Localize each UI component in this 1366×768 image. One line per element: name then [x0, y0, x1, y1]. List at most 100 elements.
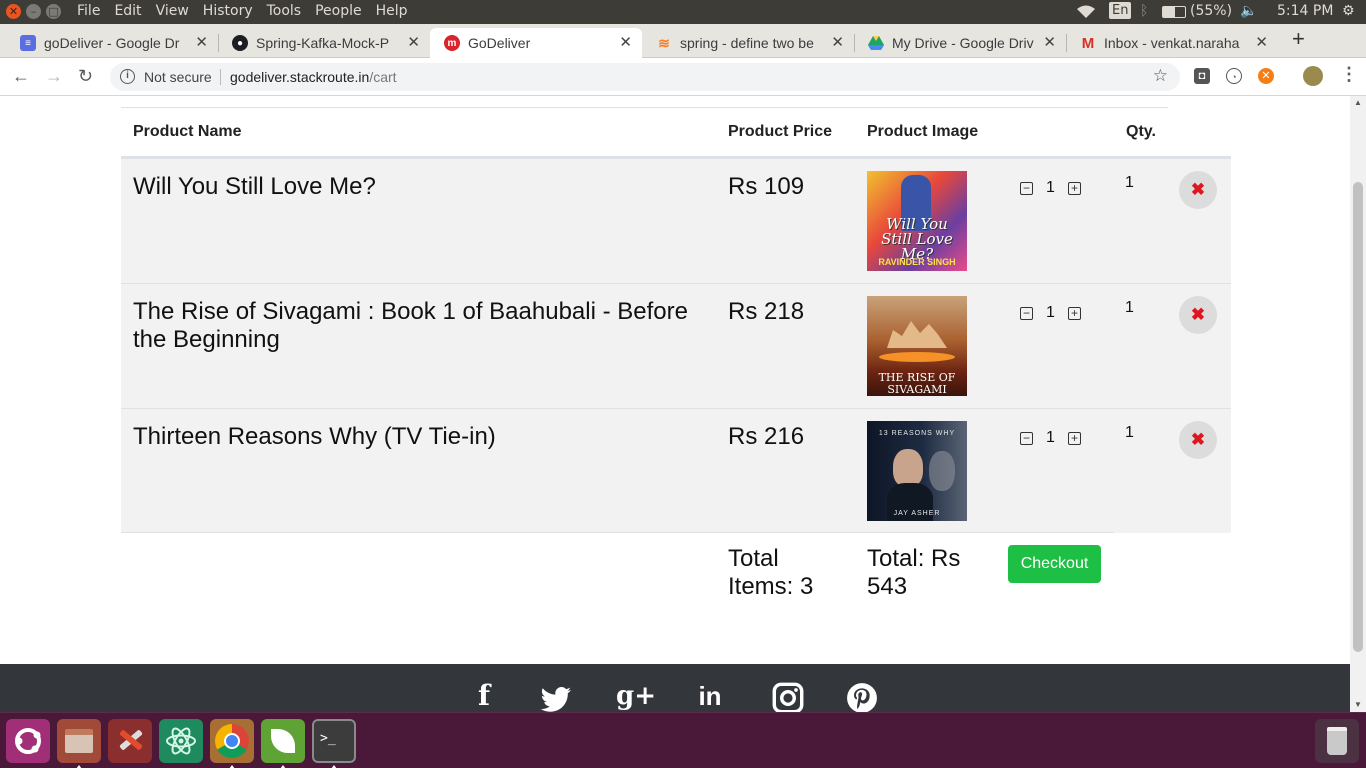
close-icon[interactable]: ✕	[195, 33, 208, 51]
facebook-icon[interactable]: f	[468, 680, 500, 712]
linkedin-icon[interactable]: in	[694, 680, 726, 712]
decrease-qty-icon[interactable]: −	[1020, 182, 1033, 195]
keyboard-layout-indicator[interactable]: En	[1109, 2, 1132, 19]
chrome-icon[interactable]	[210, 719, 254, 763]
menu-edit[interactable]: Edit	[107, 3, 148, 19]
qty-stepper-value[interactable]: 1	[1046, 304, 1055, 322]
atom-editor-icon[interactable]	[159, 719, 203, 763]
product-price: Rs 218	[728, 298, 805, 325]
extension-orange-icon[interactable]: ✕	[1258, 68, 1274, 84]
reload-icon[interactable]: ↻	[78, 66, 93, 87]
extension-shield-icon[interactable]: ◘	[1194, 68, 1210, 84]
scroll-up-arrow-icon[interactable]: ▲	[1354, 98, 1362, 107]
trash-icon[interactable]	[1315, 719, 1359, 763]
menu-file[interactable]: File	[70, 3, 107, 19]
back-arrow-icon[interactable]: ←	[12, 66, 30, 87]
menu-people[interactable]: People	[308, 3, 369, 19]
profile-avatar[interactable]	[1303, 66, 1323, 86]
system-gear-icon[interactable]: ⚙	[1342, 3, 1355, 19]
page-scrollbar[interactable]: ▲ ▼	[1350, 96, 1366, 712]
url-text[interactable]: godeliver.stackroute.in/cart	[230, 69, 397, 85]
cover-author: RAVINDER SINGH	[878, 257, 956, 267]
info-icon[interactable]: i	[120, 69, 135, 84]
clock[interactable]: 5:14 PM	[1277, 3, 1333, 19]
checkout-button[interactable]: Checkout	[1008, 545, 1101, 583]
file-manager-icon[interactable]	[57, 719, 101, 763]
increase-qty-icon[interactable]: +	[1068, 182, 1081, 195]
scroll-down-arrow-icon[interactable]: ▼	[1354, 700, 1362, 709]
settings-tool-icon[interactable]	[108, 719, 152, 763]
increase-qty-icon[interactable]: +	[1068, 432, 1081, 445]
twitter-icon[interactable]	[540, 684, 572, 712]
qty-stepper-value[interactable]: 1	[1046, 429, 1055, 447]
cart-row: Will You Still Love Me? Rs 109 Will You S…	[121, 158, 1231, 283]
remove-item-button[interactable]: ✖	[1179, 171, 1217, 209]
qty-stepper-value[interactable]: 1	[1046, 179, 1055, 197]
terminal-icon[interactable]: >_	[312, 719, 356, 763]
close-icon[interactable]: ✕	[407, 33, 420, 51]
wifi-icon[interactable]	[1076, 5, 1096, 19]
cart-row: Thirteen Reasons Why (TV Tie-in) Rs 216 …	[121, 408, 1231, 533]
menu-help[interactable]: Help	[369, 3, 415, 19]
decrease-qty-icon[interactable]: −	[1020, 432, 1033, 445]
tab-title: GoDeliver	[468, 35, 531, 51]
menu-history[interactable]: History	[196, 3, 260, 19]
header-product-price: Product Price	[728, 123, 833, 140]
ubuntu-dash-icon[interactable]	[6, 719, 50, 763]
window-maximize-icon[interactable]: □	[46, 4, 61, 19]
battery-icon[interactable]	[1162, 6, 1186, 18]
instagram-icon[interactable]	[772, 682, 804, 712]
bluetooth-icon[interactable]: ᛒ	[1140, 3, 1148, 19]
close-icon[interactable]: ✕	[1255, 33, 1268, 51]
bookmark-star-icon[interactable]: ☆	[1153, 66, 1168, 86]
menu-view[interactable]: View	[149, 3, 196, 19]
tab-godeliver-active[interactable]: m GoDeliver ✕	[430, 28, 642, 58]
browser-tab-strip: ≡ goDeliver - Google Dr ✕ ● Spring-Kafka…	[0, 24, 1366, 58]
address-bar[interactable]: i Not secure godeliver.stackroute.in/car…	[110, 63, 1180, 91]
tab-stackoverflow[interactable]: ≋ spring - define two be ✕	[642, 28, 854, 58]
remove-item-button[interactable]: ✖	[1179, 421, 1217, 459]
site-footer: f g+ in	[0, 664, 1350, 712]
scrollbar-thumb[interactable]	[1353, 182, 1363, 652]
cart-row: The Rise of Sivagami : Book 1 of Baahuba…	[121, 283, 1231, 408]
qty-value: 1	[1125, 424, 1134, 441]
tab-godeliver-doc[interactable]: ≡ goDeliver - Google Dr ✕	[6, 28, 218, 58]
product-name: The Rise of Sivagami : Book 1 of Baahuba…	[133, 298, 688, 353]
header-product-name: Product Name	[133, 123, 242, 140]
close-icon[interactable]: ✕	[831, 33, 844, 51]
tab-google-drive[interactable]: My Drive - Google Driv ✕	[854, 28, 1066, 58]
decrease-qty-icon[interactable]: −	[1020, 307, 1033, 320]
close-icon[interactable]: ✕	[1043, 33, 1056, 51]
tab-gmail[interactable]: M Inbox - venkat.naraha ✕	[1066, 28, 1278, 58]
remove-item-button[interactable]: ✖	[1179, 296, 1217, 334]
new-tab-plus-icon[interactable]: +	[1292, 26, 1305, 52]
security-label[interactable]: Not secure	[144, 69, 212, 85]
tab-title: My Drive - Google Driv	[892, 35, 1034, 51]
tab-github[interactable]: ● Spring-Kafka-Mock-P ✕	[218, 28, 430, 58]
spring-tool-suite-icon[interactable]	[261, 719, 305, 763]
forward-arrow-icon[interactable]: →	[45, 66, 63, 87]
total-items: Total Items: 3	[728, 545, 814, 600]
volume-icon[interactable]: 🔈	[1240, 3, 1257, 19]
window-close-icon[interactable]: ✕	[6, 4, 21, 19]
increase-qty-icon[interactable]: +	[1068, 307, 1081, 320]
menu-tools[interactable]: Tools	[260, 3, 309, 19]
close-icon[interactable]: ✕	[619, 33, 632, 51]
page-viewport: Product Name Product Price Product Image…	[0, 96, 1350, 712]
pinterest-icon[interactable]	[846, 682, 878, 712]
google-drive-icon	[868, 35, 884, 51]
product-cover-image: Will You Still Love Me? RAVINDER SINGH	[867, 171, 967, 271]
window-minimize-icon[interactable]: –	[26, 4, 41, 19]
browser-menu-icon[interactable]: ⋮	[1340, 64, 1358, 85]
extension-speed-icon[interactable]: ◔	[1226, 68, 1242, 84]
cover-title: THE RISE OF SIVAGAMI	[878, 371, 956, 396]
total-price: Total: Rs 543	[867, 545, 961, 600]
url-path: /cart	[369, 69, 397, 85]
google-docs-icon: ≡	[20, 35, 36, 51]
product-name: Will You Still Love Me?	[133, 173, 376, 200]
cover-title: 13 REASONS WHY	[878, 430, 956, 437]
google-plus-icon[interactable]: g+	[616, 680, 656, 712]
ubuntu-dock: >_	[0, 712, 1366, 768]
product-price: Rs 109	[728, 173, 805, 200]
browser-toolbar: ← → ↻ i Not secure godeliver.stackroute.…	[0, 58, 1366, 96]
